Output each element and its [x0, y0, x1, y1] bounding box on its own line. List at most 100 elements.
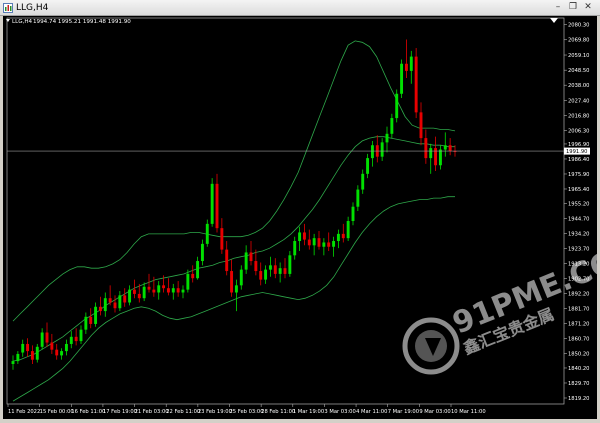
candle-series [11, 39, 457, 370]
candle-body [200, 243, 204, 262]
candle-body [434, 148, 438, 166]
y-tick-label: 1965.40 [568, 187, 589, 193]
chart-window-icon [3, 3, 13, 13]
chart-scroll-arrow-icon[interactable] [550, 18, 558, 23]
candle-body [16, 353, 20, 362]
x-tick-label: 3 Mar 03:00 [324, 409, 355, 415]
x-tick-label: 15 Feb 00:00 [40, 409, 74, 415]
y-tick-label: 1934.20 [568, 232, 589, 238]
y-tick-label: 1850.20 [568, 352, 589, 358]
candle-body [162, 285, 166, 289]
candle-body [370, 145, 374, 159]
price-axis[interactable]: 2080.30 2069.80 2059.10 2048.50 2038.00 2027.… [564, 23, 589, 402]
candle-body [132, 289, 136, 294]
close-button[interactable]: ✕ [581, 1, 595, 14]
current-price-label: 1991.90 [566, 149, 587, 155]
candle-body [176, 288, 180, 293]
candle-body [409, 56, 413, 71]
candle-body [341, 233, 345, 239]
candle-body [166, 288, 170, 293]
candle-body [103, 298, 107, 312]
candle-body [98, 306, 102, 312]
candle-body [50, 342, 54, 350]
candle-body [322, 242, 326, 247]
y-tick-label: 1819.20 [568, 396, 589, 402]
candle-body [196, 261, 200, 279]
candle-body [346, 221, 350, 239]
candle-body [380, 142, 384, 157]
candle-body [307, 239, 311, 246]
candle-body [259, 271, 263, 280]
chart-window: LLG,H4 – ❐ ✕ LLG,H4 1994.74 1995.21 1991… [0, 0, 600, 422]
candle-body [273, 265, 277, 274]
y-tick-label: 1902.70 [568, 277, 589, 283]
candle-body [171, 288, 175, 293]
candle-body [298, 232, 302, 242]
y-tick-label: 1975.90 [568, 172, 589, 178]
candle-body [443, 145, 447, 150]
chart-symbol-label: LLG,H4 [12, 19, 33, 25]
candle-body [414, 56, 418, 113]
band-middle-line [12, 136, 455, 362]
candle-body [64, 343, 68, 352]
chart-area[interactable]: LLG,H4 1994.74 1995.21 1991.48 1991.90 9… [3, 16, 600, 419]
candle-body [268, 265, 272, 270]
candle-body [84, 316, 88, 330]
candle-body [327, 242, 331, 247]
candle-body [264, 269, 268, 280]
restore-button[interactable]: ❐ [566, 1, 580, 14]
x-tick-label: 7 Mar 19:00 [388, 409, 419, 415]
candle-body [210, 183, 214, 224]
candle-body [79, 329, 83, 342]
x-tick-label: 1 Mar 19:00 [293, 409, 324, 415]
candle-body [429, 148, 433, 159]
window-titlebar[interactable]: LLG,H4 – ❐ ✕ [0, 0, 600, 16]
candle-body [45, 332, 49, 343]
y-tick-label: 1840.20 [568, 366, 589, 372]
candle-body [69, 336, 73, 344]
candle-body [220, 228, 224, 250]
candle-body [40, 332, 44, 347]
candle-body [181, 289, 185, 293]
x-tick-label: 17 Feb 19:00 [103, 409, 137, 415]
x-tick-label: 9 Mar 03:00 [419, 409, 450, 415]
candle-body [60, 351, 64, 356]
candle-body [21, 343, 25, 353]
candle-body [283, 268, 287, 274]
candle-body [94, 306, 98, 324]
candle-body [191, 273, 195, 279]
candle-body [404, 63, 408, 71]
candle-body [312, 238, 316, 246]
candle-body [26, 343, 30, 352]
chart-ohlc-values: 1994.74 1995.21 1991.48 1991.90 [33, 19, 131, 25]
y-tick-label: 1955.20 [568, 202, 589, 208]
x-tick-label: 10 Mar 11:00 [451, 409, 486, 415]
price-chart[interactable]: LLG,H4 1994.74 1995.21 1991.48 1991.90 9… [3, 16, 600, 419]
band-lower-line [12, 196, 455, 402]
candle-body [249, 252, 253, 262]
candle-body [157, 285, 161, 293]
y-tick-label: 1829.70 [568, 381, 589, 387]
candle-body [11, 361, 15, 364]
chart-menu-triangle-icon[interactable] [6, 19, 10, 22]
y-tick-label: 1892.20 [568, 292, 589, 298]
candle-body [351, 206, 355, 222]
time-axis[interactable]: 11 Feb 2022 15 Feb 00:0016 Feb 11:0017 Fe… [7, 404, 486, 415]
x-tick-label: 4 Mar 11:00 [356, 409, 387, 415]
candle-body [137, 293, 141, 299]
y-tick-label: 2016.80 [568, 114, 589, 120]
candle-body [89, 316, 93, 324]
minimize-button[interactable]: – [551, 1, 565, 14]
x-tick-label: 28 Feb 11:00 [261, 409, 295, 415]
candle-body [254, 261, 258, 272]
y-tick-label: 2080.30 [568, 23, 589, 29]
candle-body [390, 118, 394, 134]
y-tick-label: 2069.80 [568, 38, 589, 44]
x-tick-label: 22 Feb 11:00 [166, 409, 200, 415]
candle-body [205, 223, 209, 244]
candle-body [128, 289, 132, 303]
y-tick-label: 1871.20 [568, 322, 589, 328]
x-tick-label: 23 Feb 19:00 [198, 409, 232, 415]
y-tick-label: 2038.00 [568, 83, 589, 89]
candle-body [147, 286, 151, 290]
